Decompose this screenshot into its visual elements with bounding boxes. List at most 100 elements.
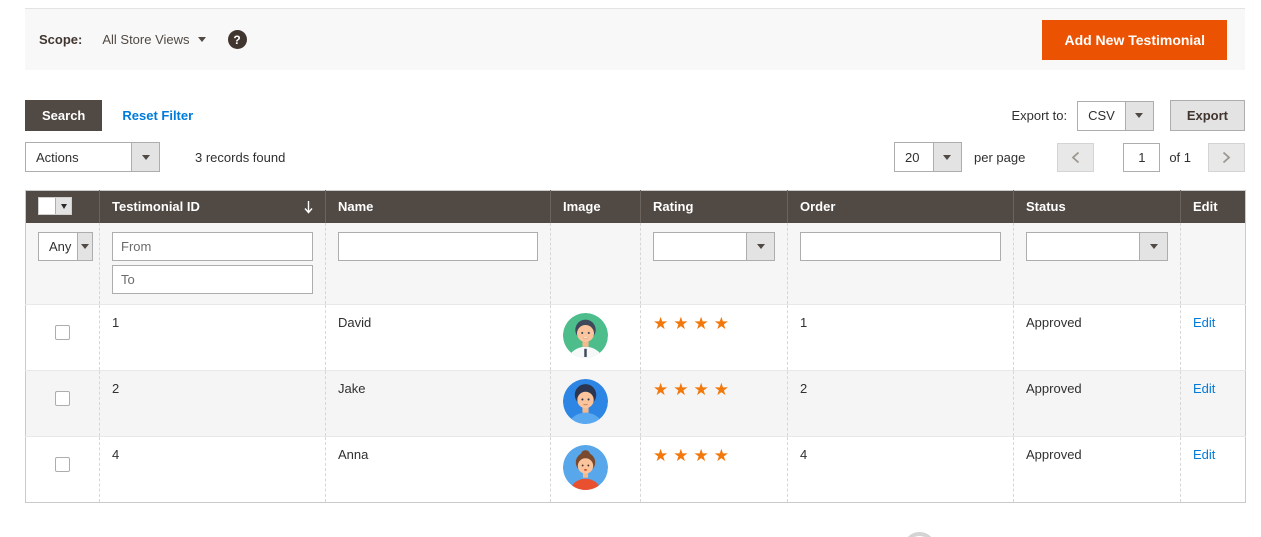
image-cell	[551, 370, 641, 436]
previous-page-button[interactable]	[1057, 143, 1094, 172]
image-cell	[551, 436, 641, 502]
column-header-name[interactable]: Name	[326, 191, 551, 223]
row-checkbox[interactable]	[55, 457, 70, 472]
sort-desc-icon	[304, 200, 313, 214]
store-view-value: All Store Views	[102, 32, 189, 47]
page-number-input[interactable]	[1123, 143, 1160, 172]
column-header-order[interactable]: Order	[788, 191, 1014, 223]
edit-link[interactable]: Edit	[1193, 447, 1215, 462]
image-filter-cell	[551, 223, 641, 305]
status-cell: Approved	[1014, 304, 1181, 370]
select-all-header	[26, 191, 100, 223]
name-filter-cell	[326, 223, 551, 305]
column-header-image: Image	[551, 191, 641, 223]
row-checkbox[interactable]	[55, 391, 70, 406]
testimonials-grid-page: Scope: All Store Views ? Add New Testimo…	[0, 8, 1261, 537]
edit-cell: Edit	[1181, 304, 1246, 370]
name-cell: David	[326, 304, 551, 370]
mass-select-filter-cell: Any	[26, 223, 100, 305]
order-cell: 2	[788, 370, 1014, 436]
status-cell: Approved	[1014, 436, 1181, 502]
loading-spinner	[903, 532, 936, 537]
help-icon[interactable]: ?	[228, 30, 247, 49]
select-all-checkbox[interactable]	[39, 198, 56, 214]
caret-down-icon	[1139, 233, 1167, 260]
rating-stars: ★★★★	[653, 443, 734, 465]
order-filter-input[interactable]	[800, 232, 1001, 261]
rating-cell: ★★★★	[641, 304, 788, 370]
any-filter-select[interactable]: Any	[38, 232, 93, 261]
table-row: 2 Jake	[26, 370, 1246, 436]
order-filter-cell	[788, 223, 1014, 305]
caret-down-icon	[131, 143, 159, 171]
column-header-id[interactable]: Testimonial ID	[100, 191, 326, 223]
reset-filter-link[interactable]: Reset Filter	[122, 108, 193, 123]
chevron-left-icon	[1071, 151, 1080, 164]
per-page-select[interactable]: 20	[894, 142, 962, 172]
add-new-testimonial-button[interactable]: Add New Testimonial	[1042, 20, 1227, 60]
table-row: 4 Anna	[26, 436, 1246, 502]
female-red-avatar	[563, 445, 608, 490]
any-filter-value: Any	[39, 233, 77, 260]
order-cell: 4	[788, 436, 1014, 502]
row-select-cell	[26, 304, 100, 370]
actions-value: Actions	[26, 143, 89, 171]
rating-stars: ★★★★	[653, 311, 734, 333]
question-mark-glyph: ?	[233, 33, 240, 47]
name-filter-input[interactable]	[338, 232, 538, 261]
order-cell: 1	[788, 304, 1014, 370]
caret-down-icon	[746, 233, 774, 260]
id-filter-cell	[100, 223, 326, 305]
edit-cell: Edit	[1181, 370, 1246, 436]
edit-link[interactable]: Edit	[1193, 315, 1215, 330]
next-page-button[interactable]	[1208, 143, 1245, 172]
column-header-rating[interactable]: Rating	[641, 191, 788, 223]
name-cell: Jake	[326, 370, 551, 436]
row-select-cell	[26, 370, 100, 436]
rating-filter-select[interactable]	[653, 232, 775, 261]
male-green-avatar	[563, 313, 608, 358]
actions-select[interactable]: Actions	[25, 142, 160, 172]
column-header-status[interactable]: Status	[1014, 191, 1181, 223]
chevron-right-icon	[1222, 151, 1231, 164]
caret-down-icon	[56, 198, 71, 214]
caret-down-icon	[933, 143, 961, 171]
status-filter-cell	[1014, 223, 1181, 305]
per-page-value: 20	[895, 143, 933, 171]
export-button[interactable]: Export	[1170, 100, 1245, 131]
records-found-text: 3 records found	[195, 150, 285, 165]
rating-stars: ★★★★	[653, 377, 734, 399]
id-to-filter-input[interactable]	[112, 265, 313, 294]
pagination: 20 per page of 1	[894, 142, 1245, 172]
row-checkbox[interactable]	[55, 325, 70, 340]
name-cell: Anna	[326, 436, 551, 502]
total-pages-label: of 1	[1169, 150, 1191, 165]
rating-filter-cell	[641, 223, 788, 305]
rating-cell: ★★★★	[641, 436, 788, 502]
image-cell	[551, 304, 641, 370]
export-format-select[interactable]: CSV	[1077, 101, 1154, 131]
row-select-cell	[26, 436, 100, 502]
actions-toolbar: Actions 3 records found 20 per page of 1	[25, 142, 1245, 172]
status-cell: Approved	[1014, 370, 1181, 436]
edit-filter-cell	[1181, 223, 1246, 305]
filter-row: Any	[26, 223, 1246, 305]
testimonials-table: Testimonial ID Name Image Rating Order S…	[25, 190, 1246, 503]
scope-label: Scope:	[39, 32, 82, 47]
export-group: Export to: CSV Export	[1011, 100, 1245, 131]
store-view-switcher[interactable]: All Store Views	[102, 32, 205, 47]
select-all-dropdown[interactable]	[38, 197, 72, 215]
per-page-label: per page	[974, 150, 1025, 165]
id-cell: 4	[100, 436, 326, 502]
rating-cell: ★★★★	[641, 370, 788, 436]
id-from-filter-input[interactable]	[112, 232, 313, 261]
search-button[interactable]: Search	[25, 100, 102, 131]
caret-down-icon	[1125, 102, 1153, 130]
column-header-edit: Edit	[1181, 191, 1246, 223]
table-header-row: Testimonial ID Name Image Rating Order S…	[26, 191, 1246, 223]
male-blue-avatar	[563, 379, 608, 424]
id-cell: 2	[100, 370, 326, 436]
edit-link[interactable]: Edit	[1193, 381, 1215, 396]
status-filter-select[interactable]	[1026, 232, 1168, 261]
export-format-value: CSV	[1078, 102, 1125, 130]
